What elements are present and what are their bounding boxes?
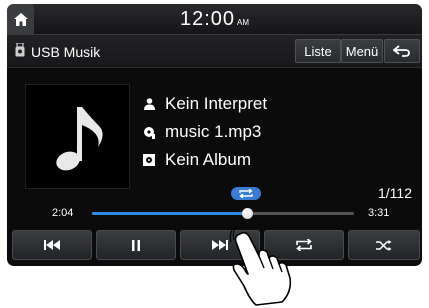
progress-fill [92,212,247,215]
music-note-icon [56,107,103,171]
back-button[interactable] [384,39,420,63]
album-name: Kein Album [165,150,251,169]
previous-track-icon [44,240,60,250]
back-icon [393,45,410,57]
file-icon [142,125,156,139]
repeat-icon [296,239,312,251]
source-label: USB Musik [31,44,101,60]
title-bar: USB Musik Liste Menü [7,35,422,68]
pause-button[interactable] [96,230,176,260]
playback-controls [7,230,422,260]
list-button[interactable]: Liste [295,39,341,63]
clock-ampm: AM [237,18,250,27]
artist-icon [142,97,156,111]
file-name: music 1.mp3 [165,122,262,141]
album-art [25,84,130,189]
clock-time: 12:00 [179,8,236,30]
clock: 12:00 AM [7,8,422,31]
media-screen: 12:00 AM USB Musik Liste Menü Kein Inter… [7,4,422,266]
shuffle-button[interactable] [348,230,420,260]
usb-icon [15,43,25,57]
album-icon [142,153,156,167]
pause-icon [132,239,140,251]
progress-bar[interactable] [92,208,354,219]
file-row: music 1.mp3 [142,121,261,143]
artist-name: Kein Interpret [165,94,268,113]
status-bar: 12:00 AM [7,4,422,35]
menu-button[interactable]: Menü [341,39,383,63]
shuffle-icon [376,239,392,251]
album-row: Kein Album [142,149,251,171]
hand-pointer-icon [229,226,292,306]
repeat-icon [239,189,253,198]
repeat-status-badge [231,187,261,200]
elapsed-time: 2:04 [52,207,74,219]
track-counter: 1/112 [378,185,412,201]
previous-button[interactable] [12,230,92,260]
artist-row: Kein Interpret [142,93,267,115]
duration-time: 3:31 [368,207,390,219]
progress-knob[interactable] [241,208,253,219]
